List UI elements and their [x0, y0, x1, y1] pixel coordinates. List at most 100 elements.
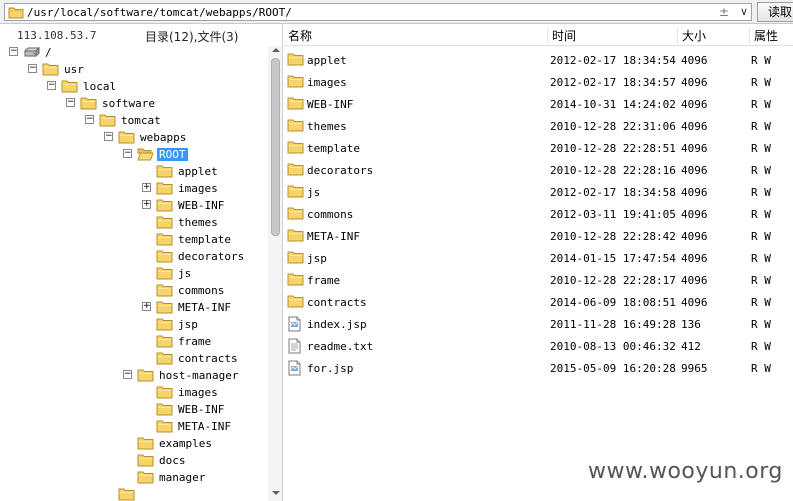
tree-node[interactable]: frame [0, 333, 268, 350]
collapse-icon[interactable]: − [104, 132, 113, 141]
collapse-icon[interactable]: − [66, 98, 75, 107]
history-icon[interactable]: ± [719, 5, 729, 19]
column-header-attr[interactable]: 属性 [749, 28, 793, 44]
tree-node[interactable]: js [0, 265, 268, 282]
tree-node-label[interactable]: contracts [176, 352, 240, 365]
tree-node-label[interactable]: template [176, 233, 233, 246]
folder-row[interactable]: commons 2012-03-11 19:41:05 4096 R W [284, 203, 793, 225]
tree-node-label[interactable]: images [176, 182, 220, 195]
chevron-down-icon[interactable]: ∨ [740, 5, 748, 18]
file-time: 2010-12-28 22:31:06 [550, 120, 676, 133]
read-button[interactable]: 读取 [757, 2, 793, 22]
column-header-size[interactable]: 大小 [677, 28, 748, 44]
tree-node-label[interactable]: js [176, 267, 193, 280]
tree-node[interactable]: template [0, 231, 268, 248]
tree-node[interactable]: WEB-INF [0, 401, 268, 418]
tree-node-label[interactable]: WEB-INF [176, 199, 226, 212]
tree-node-label[interactable]: commons [176, 284, 226, 297]
file-row[interactable]: index.jsp 2011-11-28 16:49:28 136 R W [284, 313, 793, 335]
tree-node[interactable]: themes [0, 214, 268, 231]
scroll-thumb[interactable] [271, 58, 280, 236]
tree-node[interactable]: + images [0, 180, 268, 197]
collapse-icon[interactable]: − [123, 149, 132, 158]
tree-node[interactable]: + WEB-INF [0, 197, 268, 214]
file-time: 2011-11-28 16:49:28 [550, 318, 676, 331]
tree-node-label[interactable]: WEB-INF [176, 403, 226, 416]
file-row[interactable]: readme.txt 2010-08-13 00:46:32 412 R W [284, 335, 793, 357]
folder-row[interactable]: images 2012-02-17 18:34:57 4096 R W [284, 71, 793, 93]
tree-node-label[interactable]: manager [157, 471, 207, 484]
tree-node-label[interactable]: ROOT [157, 148, 188, 161]
collapse-icon[interactable]: − [28, 64, 37, 73]
collapse-icon[interactable]: − [123, 370, 132, 379]
expand-icon[interactable]: + [142, 302, 151, 311]
tree-node[interactable]: manager [0, 469, 268, 486]
folder-row[interactable]: frame 2010-12-28 22:28:17 4096 R W [284, 269, 793, 291]
tree-node[interactable]: − / [0, 46, 268, 61]
collapse-icon[interactable]: − [9, 47, 18, 56]
tree-node[interactable]: − ROOT [0, 146, 268, 163]
folder-row[interactable]: contracts 2014-06-09 18:08:51 4096 R W [284, 291, 793, 313]
tree-node[interactable]: − host-manager [0, 367, 268, 384]
column-header-time[interactable]: 时间 [547, 28, 676, 44]
folder-row[interactable]: jsp 2014-01-15 17:47:54 4096 R W [284, 247, 793, 269]
tree-node[interactable]: jsp [0, 316, 268, 333]
folder-icon [287, 250, 304, 267]
expand-icon[interactable]: + [142, 200, 151, 209]
tree-node[interactable]: − webapps [0, 129, 268, 146]
tree-node-label[interactable]: host-manager [157, 369, 240, 382]
tree-node[interactable]: − local [0, 78, 268, 95]
tree-node[interactable]: decorators [0, 248, 268, 265]
folder-icon [287, 96, 304, 113]
folder-icon [137, 453, 154, 470]
tree-node[interactable]: applet [0, 163, 268, 180]
tree-node[interactable]: commons [0, 282, 268, 299]
tree-node[interactable]: − usr [0, 61, 268, 78]
tree-node-label[interactable]: usr [62, 63, 86, 76]
tree-node-label[interactable]: applet [176, 165, 220, 178]
scroll-down-arrow-icon[interactable] [272, 491, 280, 495]
folder-row[interactable]: decorators 2010-12-28 22:28:16 4096 R W [284, 159, 793, 181]
tree-node-label[interactable]: frame [176, 335, 213, 348]
tree-scrollbar[interactable] [268, 46, 282, 501]
tree-node-label[interactable]: examples [157, 437, 214, 450]
folder-row[interactable]: META-INF 2010-12-28 22:28:42 4096 R W [284, 225, 793, 247]
tree-node-label[interactable]: webapps [138, 131, 188, 144]
tree-node[interactable]: docs [0, 452, 268, 469]
tree-node-label[interactable]: docs [157, 454, 188, 467]
folder-row[interactable]: themes 2010-12-28 22:31:06 4096 R W [284, 115, 793, 137]
tree-node[interactable]: images [0, 384, 268, 401]
file-size: 4096 [681, 252, 708, 265]
tree-node-label[interactable]: decorators [176, 250, 246, 263]
tree-node[interactable]: − software [0, 95, 268, 112]
tree-node-label[interactable]: / [43, 46, 54, 59]
column-header-name[interactable]: 名称 [284, 28, 546, 44]
tree-node[interactable]: − tomcat [0, 112, 268, 129]
tree-node-label[interactable]: META-INF [176, 420, 233, 433]
tree-node-label[interactable]: local [81, 80, 118, 93]
tree-node-label[interactable]: software [100, 97, 157, 110]
tree-node[interactable] [0, 486, 268, 501]
expand-icon[interactable]: + [142, 183, 151, 192]
tree-node-label[interactable]: tomcat [119, 114, 163, 127]
scroll-up-arrow-icon[interactable] [272, 48, 280, 52]
tree-node-label[interactable]: themes [176, 216, 220, 229]
collapse-icon[interactable]: − [85, 115, 94, 124]
path-text[interactable]: /usr/local/software/tomcat/webapps/ROOT/ [27, 6, 292, 19]
tree-node[interactable]: contracts [0, 350, 268, 367]
tree-node[interactable]: examples [0, 435, 268, 452]
folder-row[interactable]: template 2010-12-28 22:28:51 4096 R W [284, 137, 793, 159]
file-time: 2010-12-28 22:28:16 [550, 164, 676, 177]
tree-node[interactable]: META-INF [0, 418, 268, 435]
file-attr: R W [751, 296, 771, 309]
folder-row[interactable]: applet 2012-02-17 18:34:54 4096 R W [284, 49, 793, 71]
folder-row[interactable]: js 2012-02-17 18:34:58 4096 R W [284, 181, 793, 203]
path-input[interactable]: /usr/local/software/tomcat/webapps/ROOT/… [4, 3, 752, 21]
file-row[interactable]: for.jsp 2015-05-09 16:20:28 9965 R W [284, 357, 793, 379]
folder-row[interactable]: WEB-INF 2014-10-31 14:24:02 4096 R W [284, 93, 793, 115]
tree-node-label[interactable]: jsp [176, 318, 200, 331]
tree-node[interactable]: + META-INF [0, 299, 268, 316]
collapse-icon[interactable]: − [47, 81, 56, 90]
tree-node-label[interactable]: images [176, 386, 220, 399]
tree-node-label[interactable]: META-INF [176, 301, 233, 314]
